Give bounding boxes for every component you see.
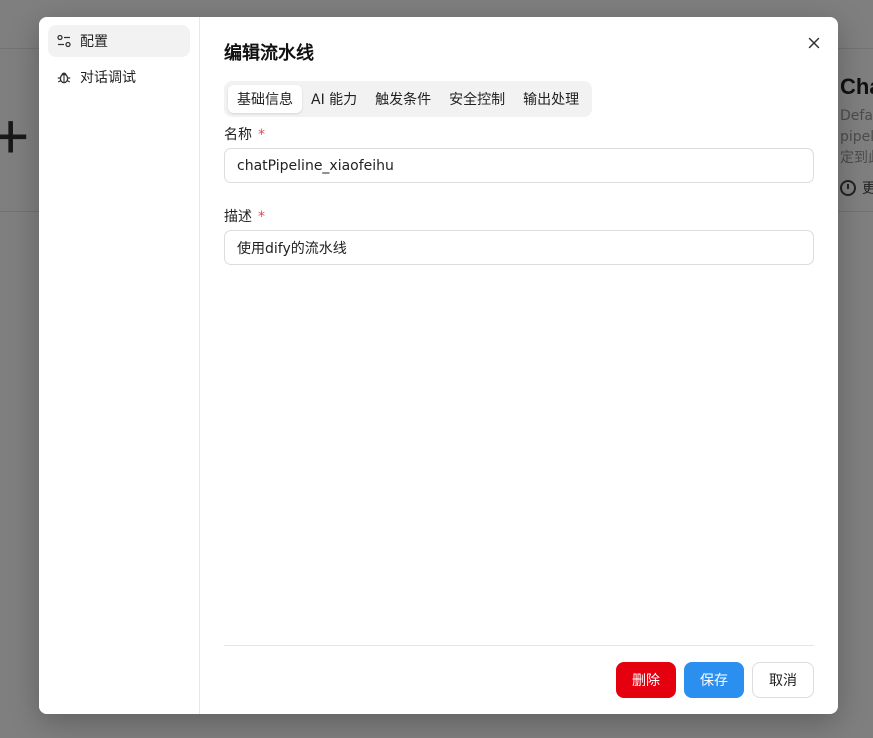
nav-item-label: 配置 (80, 34, 108, 50)
footer-divider (224, 645, 814, 646)
close-icon[interactable] (804, 33, 824, 53)
name-label-text: 名称 (224, 127, 252, 143)
required-mark: * (258, 209, 265, 225)
description-field-label: 描述 * (224, 206, 265, 226)
nav-item-config[interactable]: 配置 (48, 25, 190, 57)
nav-item-label: 对话调试 (80, 70, 136, 86)
name-input[interactable] (224, 148, 814, 183)
description-label-text: 描述 (224, 209, 252, 225)
dialog-main: 编辑流水线 基础信息 AI 能力 触发条件 安全控制 输出处理 名称* 描述* … (200, 17, 838, 714)
save-button[interactable]: 保存 (684, 662, 744, 698)
edit-pipeline-dialog: 配置 对话调试 编辑流水线 基础信息 AI 能力 触发条件 安全控制 输出处理 … (39, 17, 838, 714)
tab-trigger-conditions[interactable]: 触发条件 (366, 85, 440, 113)
tab-security-control[interactable]: 安全控制 (440, 85, 514, 113)
bug-icon (57, 72, 71, 84)
tab-ai-capability[interactable]: AI 能力 (302, 85, 366, 113)
description-input[interactable] (224, 230, 814, 265)
cancel-button[interactable]: 取消 (752, 662, 814, 698)
tab-output-processing[interactable]: 输出处理 (514, 85, 588, 113)
tab-basic-info[interactable]: 基础信息 (228, 85, 302, 113)
dialog-side-nav: 配置 对话调试 (39, 17, 200, 714)
tab-bar: 基础信息 AI 能力 触发条件 安全控制 输出处理 (224, 81, 593, 117)
required-mark: * (258, 127, 265, 143)
dialog-title: 编辑流水线 (224, 43, 314, 64)
name-field-label: 名称 * (224, 124, 265, 144)
settings-sliders-icon (57, 34, 71, 48)
delete-button[interactable]: 删除 (616, 662, 676, 698)
nav-item-chat-debug[interactable]: 对话调试 (48, 61, 190, 93)
